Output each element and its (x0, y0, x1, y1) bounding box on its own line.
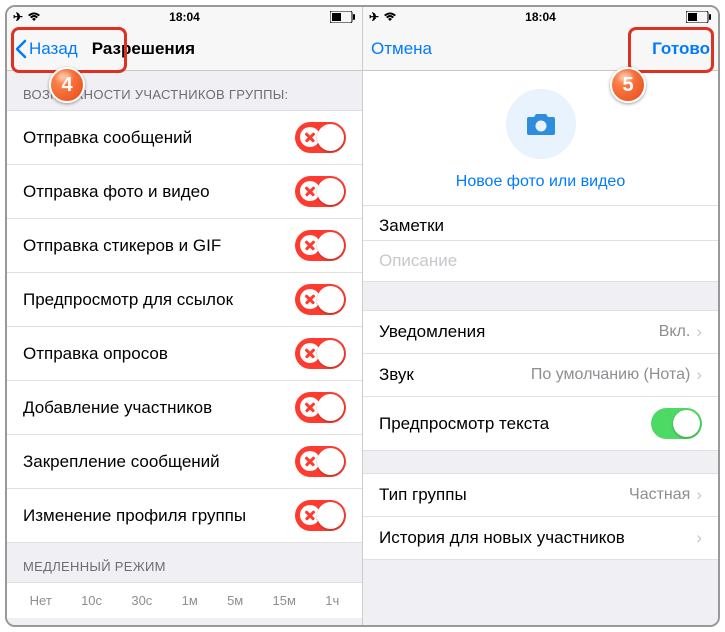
description-input[interactable]: Описание (363, 241, 718, 281)
switch-off[interactable] (295, 500, 346, 531)
chevron-right-icon: › (696, 322, 702, 342)
perm-row[interactable]: Предпросмотр для ссылок (7, 273, 362, 327)
slow-opt[interactable]: 30с (131, 593, 152, 608)
switch-off[interactable] (295, 284, 346, 315)
back-label: Назад (29, 39, 78, 59)
perm-label: Отправка фото и видео (23, 182, 295, 202)
perm-label: Закрепление сообщений (23, 452, 295, 472)
row-preview[interactable]: Предпросмотр текста (363, 397, 718, 451)
slow-opt[interactable]: 1ч (325, 593, 339, 608)
status-time: 18:04 (483, 10, 597, 24)
slow-opt[interactable]: 1м (182, 593, 198, 608)
callout-badge-5: 5 (610, 67, 646, 103)
section-slowmode: МЕДЛЕННЫЙ РЕЖИМ (7, 543, 362, 582)
perm-row[interactable]: Отправка сообщений (7, 110, 362, 165)
callout-badge-4: 4 (49, 67, 85, 103)
switch-off[interactable] (295, 392, 346, 423)
battery-icon (686, 11, 712, 23)
perm-label: Отправка стикеров и GIF (23, 236, 295, 256)
perm-row[interactable]: Изменение профиля группы (7, 489, 362, 543)
perm-row[interactable]: Отправка фото и видео (7, 165, 362, 219)
nav-bar: Отмена Готово (363, 27, 718, 71)
slow-opt[interactable]: 5м (227, 593, 243, 608)
perm-label: Добавление участников (23, 398, 295, 418)
notes-block: Заметки Описание (363, 206, 718, 282)
airplane-icon: ✈ (13, 10, 23, 24)
switch-on[interactable] (651, 408, 702, 439)
perm-row[interactable]: Отправка опросов (7, 327, 362, 381)
switch-off[interactable] (295, 176, 346, 207)
perm-label: Предпросмотр для ссылок (23, 290, 295, 310)
chevron-left-icon (15, 39, 27, 59)
perm-row[interactable]: Добавление участников (7, 381, 362, 435)
chevron-right-icon: › (696, 528, 702, 548)
row-history[interactable]: История для новых участников › (363, 517, 718, 560)
slowmode-slider[interactable]: Нет 10с 30с 1м 5м 15м 1ч (7, 582, 362, 618)
left-screen: ✈ 18:04 Назад Разрешения 4 ВОЗМОЖНОСТИ У… (7, 7, 363, 625)
perm-row[interactable]: Отправка стикеров и GIF (7, 219, 362, 273)
switch-off[interactable] (295, 446, 346, 477)
perm-label: Отправка сообщений (23, 128, 295, 148)
chevron-right-icon: › (696, 365, 702, 385)
wifi-icon (27, 12, 41, 22)
row-label: История для новых участников (379, 528, 696, 548)
page-title: Разрешения (92, 39, 195, 59)
row-value: Вкл. (659, 323, 691, 341)
nav-bar: Назад Разрешения (7, 27, 362, 71)
back-button[interactable]: Назад (15, 39, 78, 59)
camera-icon (525, 111, 557, 137)
row-grouptype[interactable]: Тип группы Частная › (363, 473, 718, 517)
perm-row[interactable]: Закрепление сообщений (7, 435, 362, 489)
status-bar: ✈ 18:04 (7, 7, 362, 27)
battery-icon (330, 11, 356, 23)
row-label: Предпросмотр текста (379, 414, 651, 434)
perm-label: Отправка опросов (23, 344, 295, 364)
slow-opt[interactable]: Нет (30, 593, 52, 608)
new-photo-link[interactable]: Новое фото или видео (363, 173, 718, 191)
row-label: Уведомления (379, 322, 659, 342)
airplane-icon: ✈ (369, 10, 379, 24)
row-notifications[interactable]: Уведомления Вкл. › (363, 310, 718, 354)
photo-header: Новое фото или видео (363, 71, 718, 206)
right-screen: ✈ 18:04 Отмена Готово 5 Новое фото или в… (363, 7, 718, 625)
done-button[interactable]: Готово (652, 39, 710, 59)
cancel-button[interactable]: Отмена (371, 39, 432, 59)
status-time: 18:04 (127, 10, 241, 24)
perm-label: Изменение профиля группы (23, 506, 295, 526)
notes-title[interactable]: Заметки (363, 206, 718, 241)
switch-off[interactable] (295, 230, 346, 261)
switch-off[interactable] (295, 122, 346, 153)
row-sound[interactable]: Звук По умолчанию (Нота) › (363, 354, 718, 397)
row-label: Звук (379, 365, 531, 385)
row-label: Тип группы (379, 485, 629, 505)
switch-off[interactable] (295, 338, 346, 369)
slow-opt[interactable]: 15м (273, 593, 296, 608)
status-bar: ✈ 18:04 (363, 7, 718, 27)
slow-opt[interactable]: 10с (81, 593, 102, 608)
group-avatar[interactable] (506, 89, 576, 159)
row-value: Частная (629, 486, 690, 504)
row-value: По умолчанию (Нота) (531, 366, 690, 384)
chevron-right-icon: › (696, 485, 702, 505)
wifi-icon (383, 12, 397, 22)
